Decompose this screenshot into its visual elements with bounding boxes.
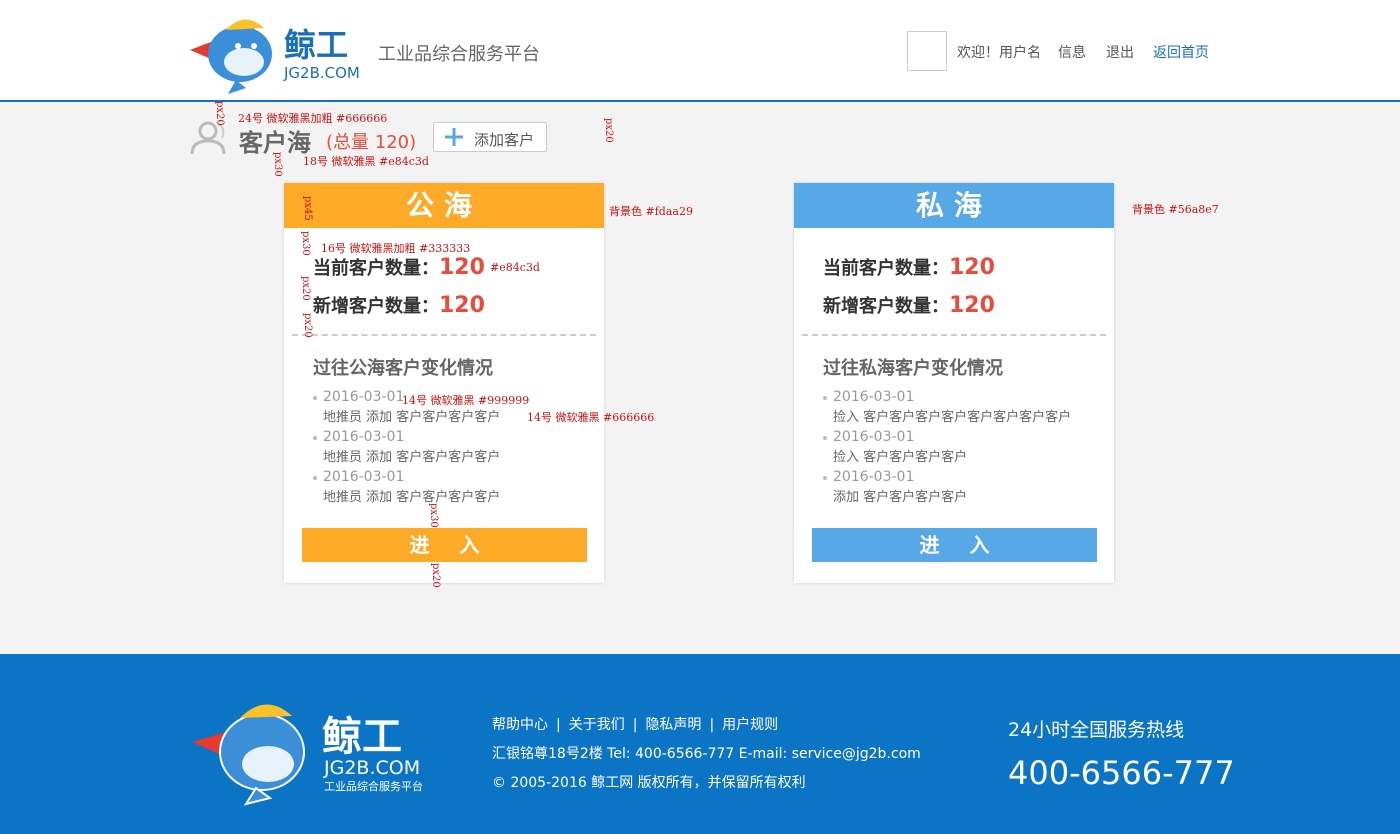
link-separator: | xyxy=(556,717,561,733)
record-date: 2016-03-01 xyxy=(313,429,603,445)
footer-copyright: © 2005-2016 鲸工网 版权所有，并保留所有权利 xyxy=(492,775,806,791)
hotline-label: 24小时全国服务热线 xyxy=(1008,719,1185,741)
new-count-value: 120 xyxy=(439,293,485,318)
annotation-private-bg: 背景色 #56a8e7 xyxy=(1132,203,1219,216)
privacy-link[interactable]: 隐私声明 xyxy=(645,717,701,733)
logo[interactable]: 鲸工 JG2B.COM xyxy=(188,10,360,94)
annotation-spacing: px45 xyxy=(302,196,313,221)
header: 鲸工 JG2B.COM 工业品综合服务平台 欢迎！用户名 信息 退出 返回首页 xyxy=(0,0,1400,102)
card-header: 公海 xyxy=(284,183,604,228)
record-date: 2016-03-01 xyxy=(823,469,1113,485)
footer-address: 汇银铭尊18号2楼 Tel: 400-6566-777 E-mail: serv… xyxy=(492,746,921,762)
history-title: 过往私海客户变化情况 xyxy=(823,358,1003,379)
new-count: 新增客户数量：120 xyxy=(313,292,485,318)
hotline-number: 400-6566-777 xyxy=(1008,754,1235,792)
annotation-stat-font: 16号 微软雅黑加粗 #333333 xyxy=(321,242,471,255)
enter-private-button[interactable]: 进入 xyxy=(812,528,1097,562)
record-desc: 捡入 客户客户客户客户 xyxy=(833,450,968,465)
user-rules-link[interactable]: 用户规则 xyxy=(722,717,778,733)
link-separator: | xyxy=(632,717,638,733)
list-item: 2016-03-01 捡入 客户客户客户客户客户客户客户客户 xyxy=(823,389,1113,425)
annotation-spacing: px30 xyxy=(428,503,439,528)
svg-text:鲸工: 鲸工 xyxy=(322,714,402,760)
list-item: 2016-03-01 地推员 添加 客户客户客户客户 xyxy=(313,469,603,505)
annotation-spacing: px20 xyxy=(302,313,313,338)
current-count-value: 120 xyxy=(949,255,995,280)
new-count-label: 新增客户数量： xyxy=(313,296,439,317)
annotation-spacing: px30 xyxy=(272,152,283,177)
add-customer-button[interactable]: 添加客户 xyxy=(433,122,547,152)
about-us-link[interactable]: 关于我们 xyxy=(569,717,625,733)
new-count-label: 新增客户数量： xyxy=(823,296,949,317)
annotation-title-font: 24号 微软雅黑加粗 #666666 xyxy=(238,112,388,125)
current-count: 当前客户数量：120 xyxy=(313,254,485,280)
svg-text:JG2B.COM: JG2B.COM xyxy=(323,757,420,779)
new-count-value: 120 xyxy=(949,293,995,318)
svg-text:鲸工: 鲸工 xyxy=(284,26,348,64)
footer: 鲸工 JG2B.COM 工业品综合服务平台 帮助中心 | 关于我们 | 隐私声明 | 用户规… xyxy=(0,654,1400,834)
new-count: 新增客户数量：120 xyxy=(823,292,995,318)
home-link[interactable]: 返回首页 xyxy=(1153,42,1209,62)
footer-links: 帮助中心 | 关于我们 | 隐私声明 | 用户规则 xyxy=(492,714,778,734)
history-title: 过往公海客户变化情况 xyxy=(313,358,493,379)
private-sea-card: 私海 当前客户数量：120 新增客户数量：120 过往私海客户变化情况 2016… xyxy=(794,183,1114,583)
annotation-spacing: px20 xyxy=(430,563,441,588)
annotation-public-bg: 背景色 #fdaa29 xyxy=(609,205,693,218)
logout-link[interactable]: 退出 xyxy=(1106,42,1134,62)
divider xyxy=(802,334,1106,336)
current-count: 当前客户数量：120 xyxy=(823,254,995,280)
add-customer-label: 添加客户 xyxy=(474,131,535,149)
annotation-spacing: px30 xyxy=(300,231,311,256)
link-separator: | xyxy=(709,717,715,733)
card-header: 私海 xyxy=(794,183,1114,228)
annotation-desc-font: 14号 微软雅黑 #666666 xyxy=(527,411,655,424)
record-date: 2016-03-01 xyxy=(823,389,1113,405)
record-desc: 捡入 客户客户客户客户客户客户客户客户 xyxy=(833,410,1072,425)
record-date: 2016-03-01 xyxy=(313,469,603,485)
whale-logo-icon: 鲸工 JG2B.COM 工业品综合服务平台 xyxy=(192,704,423,806)
list-item: 2016-03-01 地推员 添加 客户客户客户客户 xyxy=(313,429,603,465)
current-count-label: 当前客户数量： xyxy=(313,258,439,279)
record-desc: 添加 客户客户客户客户 xyxy=(833,490,968,505)
annotation-date-font: 14号 微软雅黑 #999999 xyxy=(402,394,530,407)
plus-icon xyxy=(445,128,463,146)
total-count: (总量 120) xyxy=(326,132,417,153)
svg-text:工业品综合服务平台: 工业品综合服务平台 xyxy=(324,779,423,793)
list-item: 2016-03-01 添加 客户客户客户客户 xyxy=(823,469,1113,505)
whale-logo-icon: 鲸工 JG2B.COM xyxy=(190,19,360,94)
info-link[interactable]: 信息 xyxy=(1058,42,1086,62)
current-count-value: 120 xyxy=(439,255,485,280)
enter-public-button[interactable]: 进入 xyxy=(302,528,587,562)
record-date: 2016-03-01 xyxy=(823,429,1113,445)
divider xyxy=(292,334,596,336)
annotation-spacing: px20 xyxy=(603,118,614,143)
annotation-spacing: px20 xyxy=(300,276,311,301)
current-count-label: 当前客户数量： xyxy=(823,258,949,279)
help-center-link[interactable]: 帮助中心 xyxy=(492,717,548,733)
avatar[interactable] xyxy=(907,31,947,71)
list-item: 2016-03-01 捡入 客户客户客户客户 xyxy=(823,429,1113,465)
annotation-total-font: 18号 微软雅黑 #e84c3d xyxy=(303,155,429,168)
welcome-text: 欢迎！用户名 xyxy=(957,45,1041,61)
annotation-value-color: #e84c3d xyxy=(490,261,540,274)
svg-text:JG2B.COM: JG2B.COM xyxy=(283,64,360,82)
annotation-spacing: px20 xyxy=(214,101,225,126)
site-tagline: 工业品综合服务平台 xyxy=(378,44,540,65)
footer-logo: 鲸工 JG2B.COM 工业品综合服务平台 xyxy=(190,692,435,807)
record-desc: 地推员 添加 客户客户客户客户 xyxy=(323,450,501,465)
record-desc: 地推员 添加 客户客户客户客户 xyxy=(323,490,501,505)
